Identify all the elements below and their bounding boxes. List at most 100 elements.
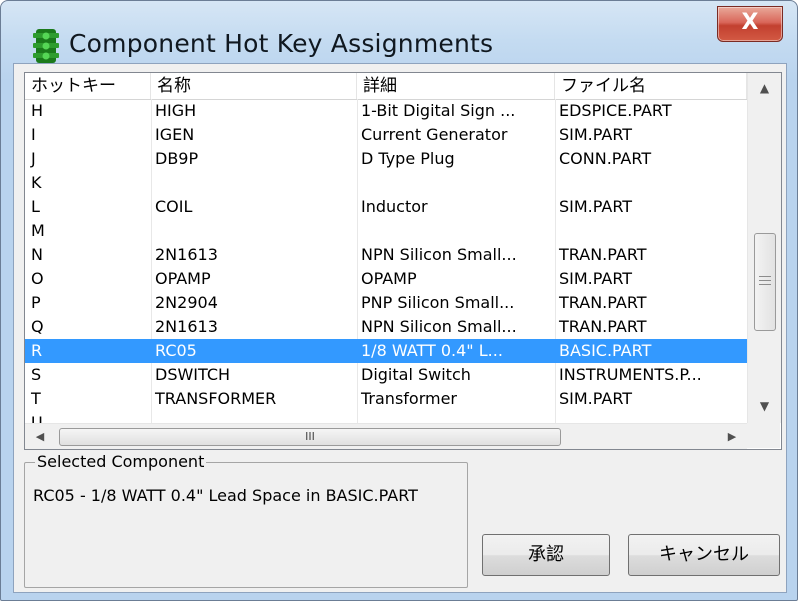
cell-detail: Current Generator [361, 125, 508, 144]
cell-name: 2N1613 [155, 317, 218, 336]
table-row[interactable]: I IGEN Current Generator SIM.PART [25, 123, 747, 147]
cell-filename: TRAN.PART [559, 293, 647, 312]
cell-filename: SIM.PART [559, 389, 633, 408]
table-row[interactable]: Q 2N1613 NPN Silicon Small... TRAN.PART [25, 315, 747, 339]
cell-hotkey: L [31, 197, 40, 216]
cell-detail: Digital Switch [361, 365, 471, 384]
cell-hotkey: M [31, 221, 45, 240]
cell-hotkey: H [31, 101, 44, 120]
table-row[interactable]: O OPAMP OPAMP SIM.PART [25, 267, 747, 291]
cell-name: RC05 [155, 341, 197, 360]
cell-hotkey: O [31, 269, 44, 288]
cell-name [153, 171, 355, 195]
vertical-scrollbar[interactable]: ▲ ▼ [747, 73, 781, 423]
grip-line [759, 276, 771, 277]
cell-hotkey: S [31, 365, 42, 384]
table-row[interactable]: U [25, 411, 747, 423]
cell-detail: PNP Silicon Small... [361, 293, 515, 312]
cell-name: 2N1613 [155, 245, 218, 264]
ok-button[interactable]: 承認 [482, 534, 610, 576]
cell-filename: BASIC.PART [559, 341, 652, 360]
window-title: Component Hot Key Assignments [69, 29, 494, 58]
cell-name: OPAMP [155, 269, 211, 288]
horizontal-scrollbar[interactable]: ◀ III ▶ [25, 423, 747, 449]
table-row[interactable]: H HIGH 1-Bit Digital Sign ... EDSPICE.PART [25, 99, 747, 123]
column-header-filename[interactable]: ファイル名 [555, 73, 747, 99]
title-bar[interactable]: Component Hot Key Assignments X [1, 1, 797, 63]
cell-hotkey: J [31, 149, 36, 168]
cell-filename: TRAN.PART [559, 317, 647, 336]
cell-detail: Transformer [361, 389, 458, 408]
cell-hotkey: R [31, 341, 43, 360]
scrollbar-corner [747, 423, 780, 448]
horizontal-scroll-thumb[interactable]: III [59, 428, 561, 446]
cell-name: IGEN [155, 125, 195, 144]
cell-name: COIL [155, 197, 193, 216]
selected-component-legend: Selected Component [35, 452, 207, 471]
grip-line [759, 284, 771, 285]
cell-name: HIGH [155, 101, 197, 120]
close-button[interactable]: X [717, 6, 783, 42]
cell-name: DSWITCH [155, 365, 231, 384]
cell-hotkey: T [31, 389, 41, 408]
cell-detail: D Type Plug [361, 149, 455, 168]
cell-filename [557, 219, 747, 243]
cell-filename: TRAN.PART [559, 245, 647, 264]
cell-name [153, 411, 355, 423]
cell-detail [359, 171, 555, 195]
table-row[interactable]: J DB9P D Type Plug CONN.PART [25, 147, 747, 171]
table-row[interactable]: P 2N2904 PNP Silicon Small... TRAN.PART [25, 291, 747, 315]
scroll-right-arrow-icon[interactable]: ▶ [719, 424, 745, 449]
hotkey-list[interactable]: ホットキー 名称 詳細 ファイル名 H HIGH 1-Bit Digital Sig… [24, 72, 782, 450]
cell-filename: SIM.PART [559, 125, 633, 144]
column-header-name[interactable]: 名称 [151, 73, 357, 99]
table-row[interactable]: K [25, 171, 747, 195]
cell-detail: Inductor [361, 197, 428, 216]
table-row[interactable]: L COIL Inductor SIM.PART [25, 195, 747, 219]
column-header-detail[interactable]: 詳細 [357, 73, 555, 99]
cell-hotkey: Q [31, 317, 44, 336]
cell-detail: OPAMP [361, 269, 417, 288]
selected-component-group: Selected Component RC05 - 1/8 WATT 0.4" … [24, 452, 468, 588]
scroll-left-arrow-icon[interactable]: ◀ [27, 424, 53, 449]
column-header-hotkey[interactable]: ホットキー [25, 73, 151, 99]
cell-filename [557, 171, 747, 195]
table-row[interactable]: N 2N1613 NPN Silicon Small... TRAN.PART [25, 243, 747, 267]
list-rows: H HIGH 1-Bit Digital Sign ... EDSPICE.PART I… [25, 99, 747, 423]
cell-name: DB9P [155, 149, 199, 168]
cell-hotkey: N [31, 245, 43, 264]
cell-filename: SIM.PART [559, 269, 633, 288]
cancel-button[interactable]: キャンセル [628, 534, 780, 576]
traffic-light-icon [33, 29, 59, 63]
cell-hotkey: U [31, 413, 43, 423]
cell-name: 2N2904 [155, 293, 218, 312]
cell-detail [359, 411, 555, 423]
cell-hotkey: K [31, 173, 42, 192]
cell-detail: 1-Bit Digital Sign ... [361, 101, 516, 120]
cell-filename [557, 411, 747, 423]
cell-detail: NPN Silicon Small... [361, 317, 517, 336]
cell-name: TRANSFORMER [155, 389, 277, 408]
scroll-up-arrow-icon[interactable]: ▲ [748, 73, 781, 103]
dialog-window: Component Hot Key Assignments X ホットキー 名称… [0, 0, 798, 601]
cell-hotkey: P [31, 293, 41, 312]
cell-detail: NPN Silicon Small... [361, 245, 517, 264]
vertical-scroll-thumb[interactable] [754, 233, 776, 331]
dialog-client-area: ホットキー 名称 詳細 ファイル名 H HIGH 1-Bit Digital Sig… [13, 63, 787, 593]
cell-hotkey: I [31, 125, 36, 144]
cell-detail: 1/8 WATT 0.4" L... [361, 341, 503, 360]
table-row[interactable]: M [25, 219, 747, 243]
table-row[interactable]: T TRANSFORMER Transformer SIM.PART [25, 387, 747, 411]
cell-filename: INSTRUMENTS.P... [559, 365, 702, 384]
cell-detail [359, 219, 555, 243]
cell-filename: SIM.PART [559, 197, 633, 216]
cell-filename: CONN.PART [559, 149, 652, 168]
cell-filename: EDSPICE.PART [559, 101, 672, 120]
cell-name [153, 219, 355, 243]
selected-component-description: RC05 - 1/8 WATT 0.4" Lead Space in BASIC… [33, 486, 418, 505]
list-header: ホットキー 名称 詳細 ファイル名 [25, 73, 747, 100]
grip-line [759, 280, 771, 281]
scroll-down-arrow-icon[interactable]: ▼ [748, 391, 781, 421]
table-row[interactable]: R RC05 1/8 WATT 0.4" L... BASIC.PART [25, 339, 747, 363]
table-row[interactable]: S DSWITCH Digital Switch INSTRUMENTS.P... [25, 363, 747, 387]
